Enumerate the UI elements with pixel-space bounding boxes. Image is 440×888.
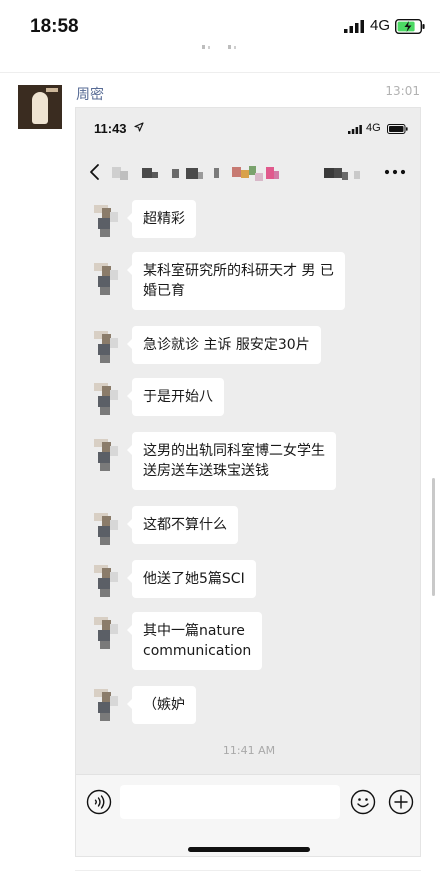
divider [0,72,440,73]
sender-avatar[interactable] [18,85,62,129]
avatar[interactable] [88,510,124,546]
message-bubble[interactable]: （嫉妒 [127,686,196,724]
chat-input-bar [76,774,420,856]
message-bubble[interactable]: 这男的出轨同科室博二女学生 送房送车送珠宝送钱 [127,432,336,490]
moments-post-screen: 18:58 4G 周密 13:01 11:43 4G 超精彩 某科室研究所的科研… [0,0,440,888]
sender-name[interactable]: 周密 [76,84,104,104]
message-bubble[interactable]: 某科室研究所的科研天才 男 已 婚已育 [127,252,345,310]
signal-icon [348,125,362,134]
message-bubble[interactable]: 这都不算什么 [127,506,238,544]
avatar[interactable] [88,686,124,722]
chat-timestamp: 11:41 AM [222,744,276,757]
avatar[interactable] [88,380,124,416]
avatar[interactable] [88,562,124,598]
message-input[interactable] [120,785,340,819]
chat-nav-bar [76,152,420,192]
network-type: 4G [370,17,391,34]
status-time: 18:58 [30,16,79,37]
pixelated-chat-title [112,166,360,181]
message-bubble[interactable]: 急诊就诊 主诉 服安定30片 [127,326,321,364]
post-time: 13:01 [385,84,420,98]
ice-cream-image [32,92,48,124]
screenshot-status-bar: 11:43 4G [76,108,420,148]
message-bubble[interactable]: 其中一篇nature communication [126,612,263,670]
avatar[interactable] [88,436,124,472]
embedded-chat-screenshot[interactable]: 11:43 4G 超精彩 某科室研究所的科研天才 男 已 婚已育 急诊就诊 主诉… [75,107,421,857]
message-bubble[interactable]: 他送了她5篇SCI [127,560,256,598]
avatar[interactable] [88,614,124,650]
battery-icon [387,124,408,134]
location-arrow-icon [134,122,144,132]
avatar[interactable] [88,328,124,364]
battery-charging-icon [395,19,425,34]
back-chevron-icon[interactable] [88,163,102,181]
emoji-icon[interactable] [350,789,376,815]
plus-icon[interactable] [388,789,414,815]
message-bubble[interactable]: 超精彩 [127,200,196,238]
divider [75,870,421,871]
screenshot-status-time: 11:43 [94,121,127,136]
message-bubble[interactable]: 于是开始八 [127,378,224,416]
screenshot-network-type: 4G [366,122,381,134]
status-subtitle-fragment [202,45,236,49]
voice-icon[interactable] [86,789,112,815]
avatar-logo-mark [46,88,58,92]
more-icon[interactable] [384,168,406,176]
home-indicator [188,847,310,852]
scrollbar[interactable] [432,478,435,596]
avatar[interactable] [88,202,124,238]
avatar[interactable] [88,260,124,296]
signal-icon [344,20,364,33]
